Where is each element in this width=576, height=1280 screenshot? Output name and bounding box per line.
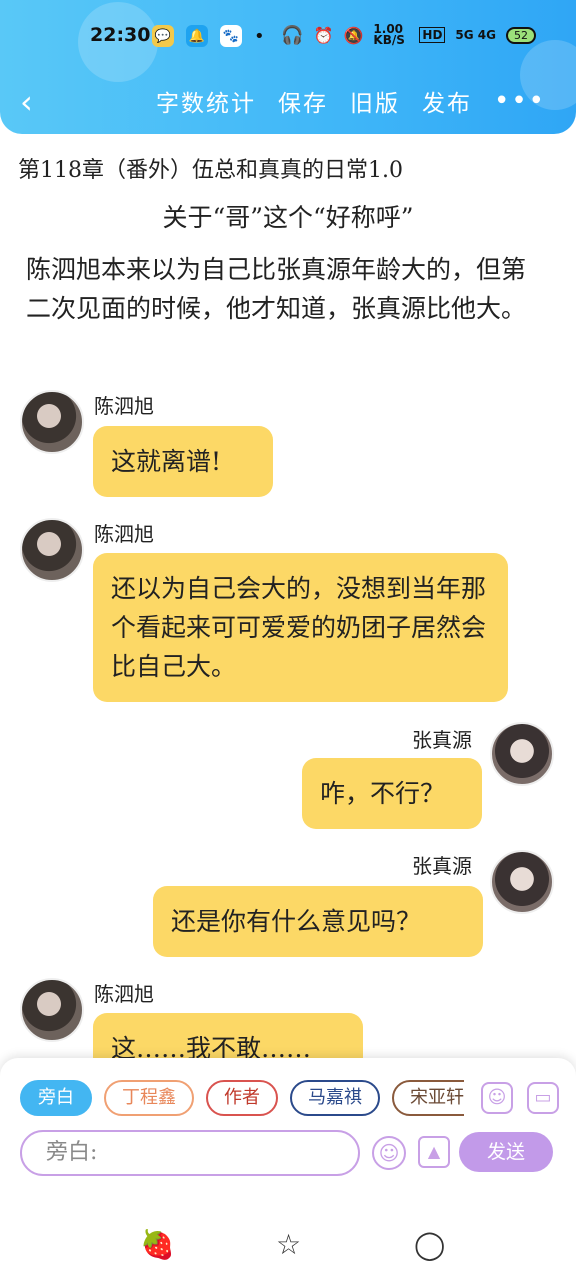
status-bar: 22:30 💬 🔔 🐾 • 🎧 ⏰ 🔕 1.00 KB/S HD 5G 4G 5…: [0, 22, 576, 52]
save-button[interactable]: 保存: [278, 84, 328, 118]
message-bubble[interactable]: 这就离谱!: [93, 426, 273, 497]
more-icon[interactable]: •••: [494, 86, 546, 116]
role-chip[interactable]: 马嘉祺: [290, 1080, 380, 1116]
speaker-name: 陈泗旭: [94, 522, 154, 546]
top-nav: ‹ 字数统计 保存 旧版 发布 •••: [0, 84, 576, 124]
notification-icons: 💬 🔔 🐾 •: [152, 22, 265, 50]
avatar[interactable]: [490, 722, 554, 786]
qq-icon: 🔔: [186, 25, 208, 47]
tag-icon[interactable]: ▭: [527, 1082, 559, 1114]
battery-icon: 52: [506, 26, 536, 44]
role-chip[interactable]: 丁程鑫: [104, 1080, 194, 1116]
speaker-name: 张真源: [412, 728, 472, 752]
avatar[interactable]: [20, 390, 84, 454]
star-icon[interactable]: ☆: [276, 1228, 301, 1261]
alarm-icon: ⏰: [313, 25, 334, 45]
emoji-icon[interactable]: ☺: [372, 1136, 406, 1170]
role-chip[interactable]: 作者: [206, 1080, 278, 1116]
send-button[interactable]: 发送: [459, 1132, 553, 1172]
message-bubble[interactable]: 咋，不行？: [302, 758, 482, 829]
chapter-subtitle: 关于“哥”这个“好称呼”: [162, 203, 414, 232]
message-input[interactable]: 旁白:: [20, 1130, 360, 1176]
status-right: 🎧 ⏰ 🔕 1.00 KB/S HD 5G 4G 52: [281, 22, 536, 47]
chat-app-icon: 💬: [152, 25, 174, 47]
signal-icon: 5G 4G: [455, 28, 496, 42]
status-time: 22:30: [90, 24, 151, 46]
narration-text: 陈泗旭本来以为自己比张真源年龄大的，但第二次见面的时候，他才知道，张真源比他大。: [26, 255, 527, 323]
role-selector: 旁白 丁程鑫 作者 马嘉祺 宋亚轩: [20, 1080, 464, 1118]
app-header: 22:30 💬 🔔 🐾 • 🎧 ⏰ 🔕 1.00 KB/S HD 5G 4G 5…: [0, 0, 576, 134]
message-bubble[interactable]: 还以为自己会大的，没想到当年那个看起来可可爱爱的奶团子居然会比自己大。: [93, 553, 508, 702]
avatar[interactable]: [20, 978, 84, 1042]
speaker-name: 陈泗旭: [94, 982, 154, 1006]
hd-icon: HD: [419, 27, 446, 43]
strawberry-icon[interactable]: 🍓: [140, 1228, 175, 1261]
headphone-icon: 🎧: [281, 24, 304, 46]
avatar[interactable]: [20, 518, 84, 582]
old-version-button[interactable]: 旧版: [350, 84, 400, 118]
leaf-icon[interactable]: ◯: [414, 1228, 445, 1261]
chapter-title: 第118章（番外）伍总和真真的日常1.0: [18, 158, 403, 183]
word-count-button[interactable]: 字数统计: [156, 84, 256, 118]
net-speed: 1.00 KB/S: [373, 22, 405, 47]
avatar[interactable]: [490, 850, 554, 914]
image-icon[interactable]: ▲: [418, 1136, 450, 1168]
composer-panel: 旁白 丁程鑫 作者 马嘉祺 宋亚轩 ☺ ▭ 旁白: ☺ ▲ 发送: [0, 1058, 576, 1210]
dot-icon: •: [254, 25, 265, 47]
role-chip-narrator[interactable]: 旁白: [20, 1080, 92, 1116]
message-bubble[interactable]: 还是你有什么意见吗？: [153, 886, 483, 957]
role-chip[interactable]: 宋亚轩: [392, 1080, 464, 1116]
back-icon[interactable]: ‹: [20, 86, 33, 118]
baidu-icon: 🐾: [220, 25, 242, 47]
person-icon[interactable]: ☺: [481, 1082, 513, 1114]
mute-icon: 🔕: [343, 25, 364, 45]
top-menu: 字数统计 保存 旧版 发布 •••: [156, 84, 546, 118]
speaker-name: 陈泗旭: [94, 394, 154, 418]
publish-button[interactable]: 发布: [422, 84, 472, 118]
speaker-name: 张真源: [412, 854, 472, 878]
bottom-nav: 🍓 ☆ ◯: [0, 1210, 576, 1280]
